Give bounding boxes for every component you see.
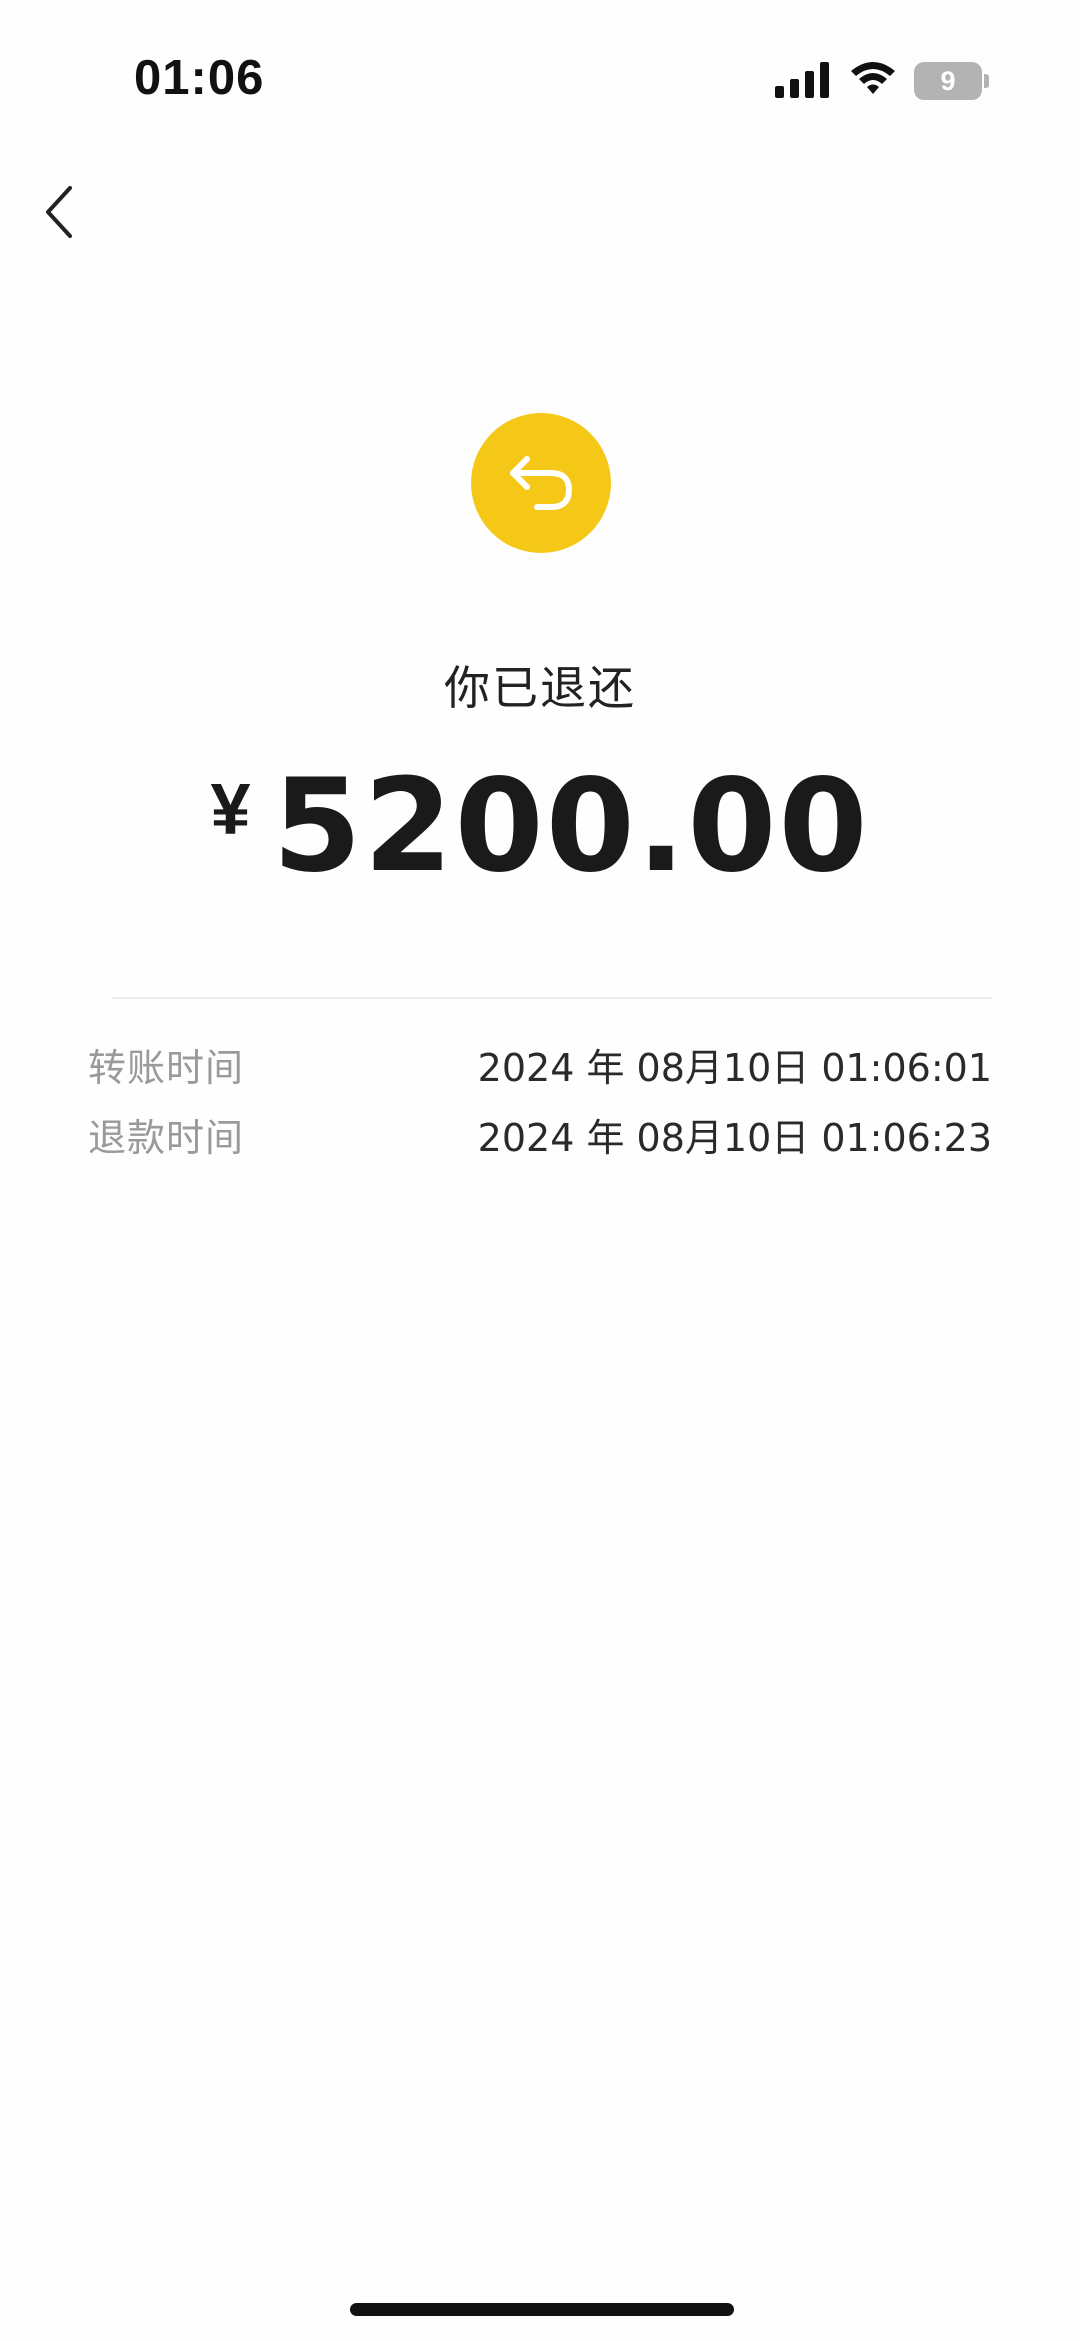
cellular-signal-icon [775,62,829,98]
detail-label: 退款时间 [88,1116,245,1160]
refund-status-icon [471,413,611,553]
amount-display: ¥5200.00 [0,752,1080,901]
wifi-icon [851,62,895,94]
return-arrow-icon [510,456,572,510]
battery-icon: 9 [914,62,990,100]
status-bar: 01:06 9 [0,0,1080,160]
detail-row-refund-time: 退款时间 2024 年 08月10日 01:06:23 [88,1108,992,1168]
status-time: 01:06 [134,51,265,105]
detail-value: 2024 年 08月10日 01:06:23 [477,1116,992,1160]
amount-value: 5200.00 [272,752,870,901]
chevron-left-icon [46,186,72,238]
detail-label: 转账时间 [88,1046,245,1090]
divider [112,997,992,999]
back-button[interactable] [30,170,110,250]
currency-symbol: ¥ [210,770,251,850]
detail-row-transfer-time: 转账时间 2024 年 08月10日 01:06:01 [88,1038,992,1098]
refund-status-title: 你已退还 [444,661,636,715]
battery-level: 9 [940,66,956,96]
detail-value: 2024 年 08月10日 01:06:01 [477,1046,992,1090]
home-indicator[interactable] [350,2303,734,2316]
battery-nub [984,74,989,88]
